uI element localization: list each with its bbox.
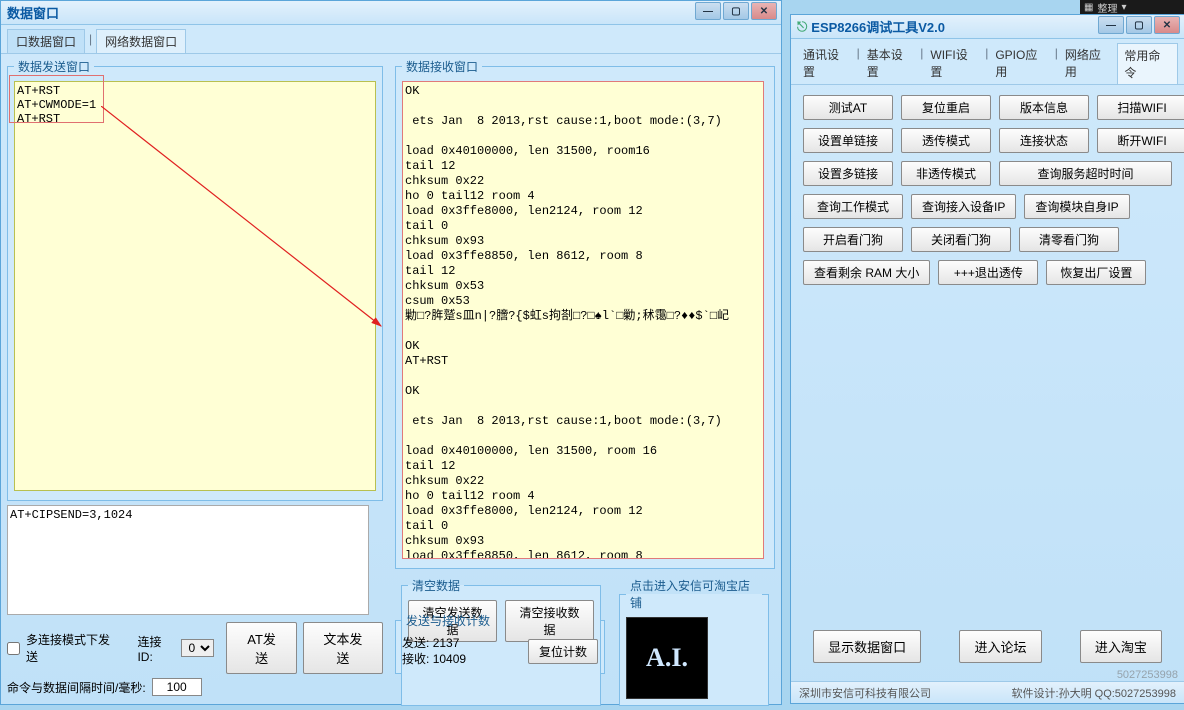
version-button[interactable]: 版本信息 [999,95,1089,120]
query-mode-button[interactable]: 查询工作模式 [803,194,903,219]
watermark: 5027253998 [1117,669,1178,681]
right-title: ESP8266调试工具V2.0 [811,17,945,36]
send-textarea[interactable] [14,81,376,491]
maximize-button[interactable]: ▢ [723,2,749,20]
recv-group-legend: 数据接收窗口 [402,58,482,75]
right-statusbar: 深圳市安信可科技有限公司 软件设计:孙大明 QQ:5027253998 [791,681,1184,703]
cmd-interval-input[interactable] [152,678,202,696]
passthrough-button[interactable]: 透传模式 [901,128,991,153]
recv-count-label: 接收: [402,652,429,666]
tab-net[interactable]: 网络应用 [1059,43,1118,84]
scan-wifi-button[interactable]: 扫描WIFI [1097,95,1184,120]
clear-recv-button[interactable]: 清空接收数据 [505,600,594,642]
minimize-button[interactable]: — [695,2,721,20]
tab-comm[interactable]: 通讯设置 [797,43,856,84]
cipsend-textarea[interactable] [7,505,369,615]
left-titlebar: 数据窗口 — ▢ ✕ [1,1,781,25]
tab-gpio[interactable]: GPIO应用 [989,43,1053,84]
taobao-group-legend: 点击进入安信可淘宝店铺 [626,577,762,611]
grid-icon: ▦ [1084,2,1093,13]
taskbar-label: 整理 [1097,0,1117,15]
multi-send-checkbox[interactable] [7,642,20,655]
recv-textarea[interactable] [402,81,764,559]
tab-network-data[interactable]: 网络数据窗口 [96,29,186,53]
query-timeout-button[interactable]: 查询服务超时时间 [999,161,1172,186]
text-send-button[interactable]: 文本发送 [303,622,383,674]
right-tabs: 通讯设置| 基本设置| WIFI设置| GPIO应用| 网络应用 常用命令 [791,39,1184,85]
send-count-value: 2137 [433,636,460,650]
taskbar-fragment: ▦ 整理 ▾ [1080,0,1184,14]
left-title: 数据窗口 [7,3,59,22]
left-tabs: 口数据窗口 | 网络数据窗口 [1,25,781,54]
close-button[interactable]: ✕ [751,2,777,20]
clear-group-legend: 清空数据 [408,577,464,594]
app-icon: ⎋ [797,19,807,35]
recv-group: 数据接收窗口 [395,58,775,569]
chevron-down-icon: ▾ [1121,2,1126,13]
company-label: 深圳市安信可科技有限公司 [799,685,931,701]
show-data-window-button[interactable]: 显示数据窗口 [813,630,921,663]
minimize-button[interactable]: — [1098,16,1124,34]
check-ram-button[interactable]: 查看剩余 RAM 大小 [803,260,930,285]
conn-id-label: 连接ID: [137,633,175,664]
enable-watchdog-button[interactable]: 开启看门狗 [803,227,903,252]
query-client-ip-button[interactable]: 查询接入设备IP [911,194,1016,219]
conn-status-button[interactable]: 连接状态 [999,128,1089,153]
right-titlebar: ⎋ ESP8266调试工具V2.0 — ▢ ✕ [791,15,1184,39]
single-link-button[interactable]: 设置单链接 [803,128,893,153]
author-label: 软件设计:孙大明 QQ:5027253998 [1012,685,1176,701]
ai-logo[interactable]: A.I. [626,617,708,699]
taobao-group: 点击进入安信可淘宝店铺 A.I. [619,577,769,706]
right-footer-buttons: 显示数据窗口 进入论坛 进入淘宝 [801,630,1174,663]
recv-count-value: 10409 [433,652,466,666]
send-group-legend: 数据发送窗口 [14,58,94,75]
reset-count-button[interactable]: 复位计数 [528,639,598,664]
reset-button[interactable]: 复位重启 [901,95,991,120]
command-buttons: 测试AT 复位重启 版本信息 扫描WIFI 设置单链接 透传模式 连接状态 断开… [791,85,1184,295]
maximize-button[interactable]: ▢ [1126,16,1152,34]
cmd-interval-label: 命令与数据间隔时间/毫秒: [7,679,146,696]
taobao-button[interactable]: 进入淘宝 [1080,630,1162,663]
multi-link-button[interactable]: 设置多链接 [803,161,893,186]
factory-reset-button[interactable]: 恢复出厂设置 [1046,260,1146,285]
exit-passthrough-button[interactable]: +++退出透传 [938,260,1038,285]
conn-id-select[interactable]: 0 [181,639,214,657]
tab-basic[interactable]: 基本设置 [861,43,920,84]
tab-wifi[interactable]: WIFI设置 [924,43,984,84]
stats-group-legend: 发送与接收计数 [402,612,494,629]
disable-watchdog-button[interactable]: 关闭看门狗 [911,227,1011,252]
close-button[interactable]: ✕ [1154,16,1180,34]
data-window: 数据窗口 — ▢ ✕ 口数据窗口 | 网络数据窗口 数据发送窗口 多连接模式下发… [0,0,782,705]
at-send-button[interactable]: AT发送 [226,622,296,674]
esp-tool-window: ⎋ ESP8266调试工具V2.0 — ▢ ✕ 通讯设置| 基本设置| WIFI… [790,14,1184,704]
forum-button[interactable]: 进入论坛 [959,630,1041,663]
tab-common-cmds[interactable]: 常用命令 [1117,43,1178,84]
test-at-button[interactable]: 测试AT [803,95,893,120]
multi-send-label: 多连接模式下发送 [26,631,119,665]
send-group: 数据发送窗口 [7,58,383,501]
tab-serial-data[interactable]: 口数据窗口 [7,29,85,53]
non-passthrough-button[interactable]: 非透传模式 [901,161,991,186]
send-count-label: 发送: [402,636,429,650]
query-self-ip-button[interactable]: 查询模块自身IP [1024,194,1129,219]
disconnect-wifi-button[interactable]: 断开WIFI [1097,128,1184,153]
clear-watchdog-button[interactable]: 清零看门狗 [1019,227,1119,252]
